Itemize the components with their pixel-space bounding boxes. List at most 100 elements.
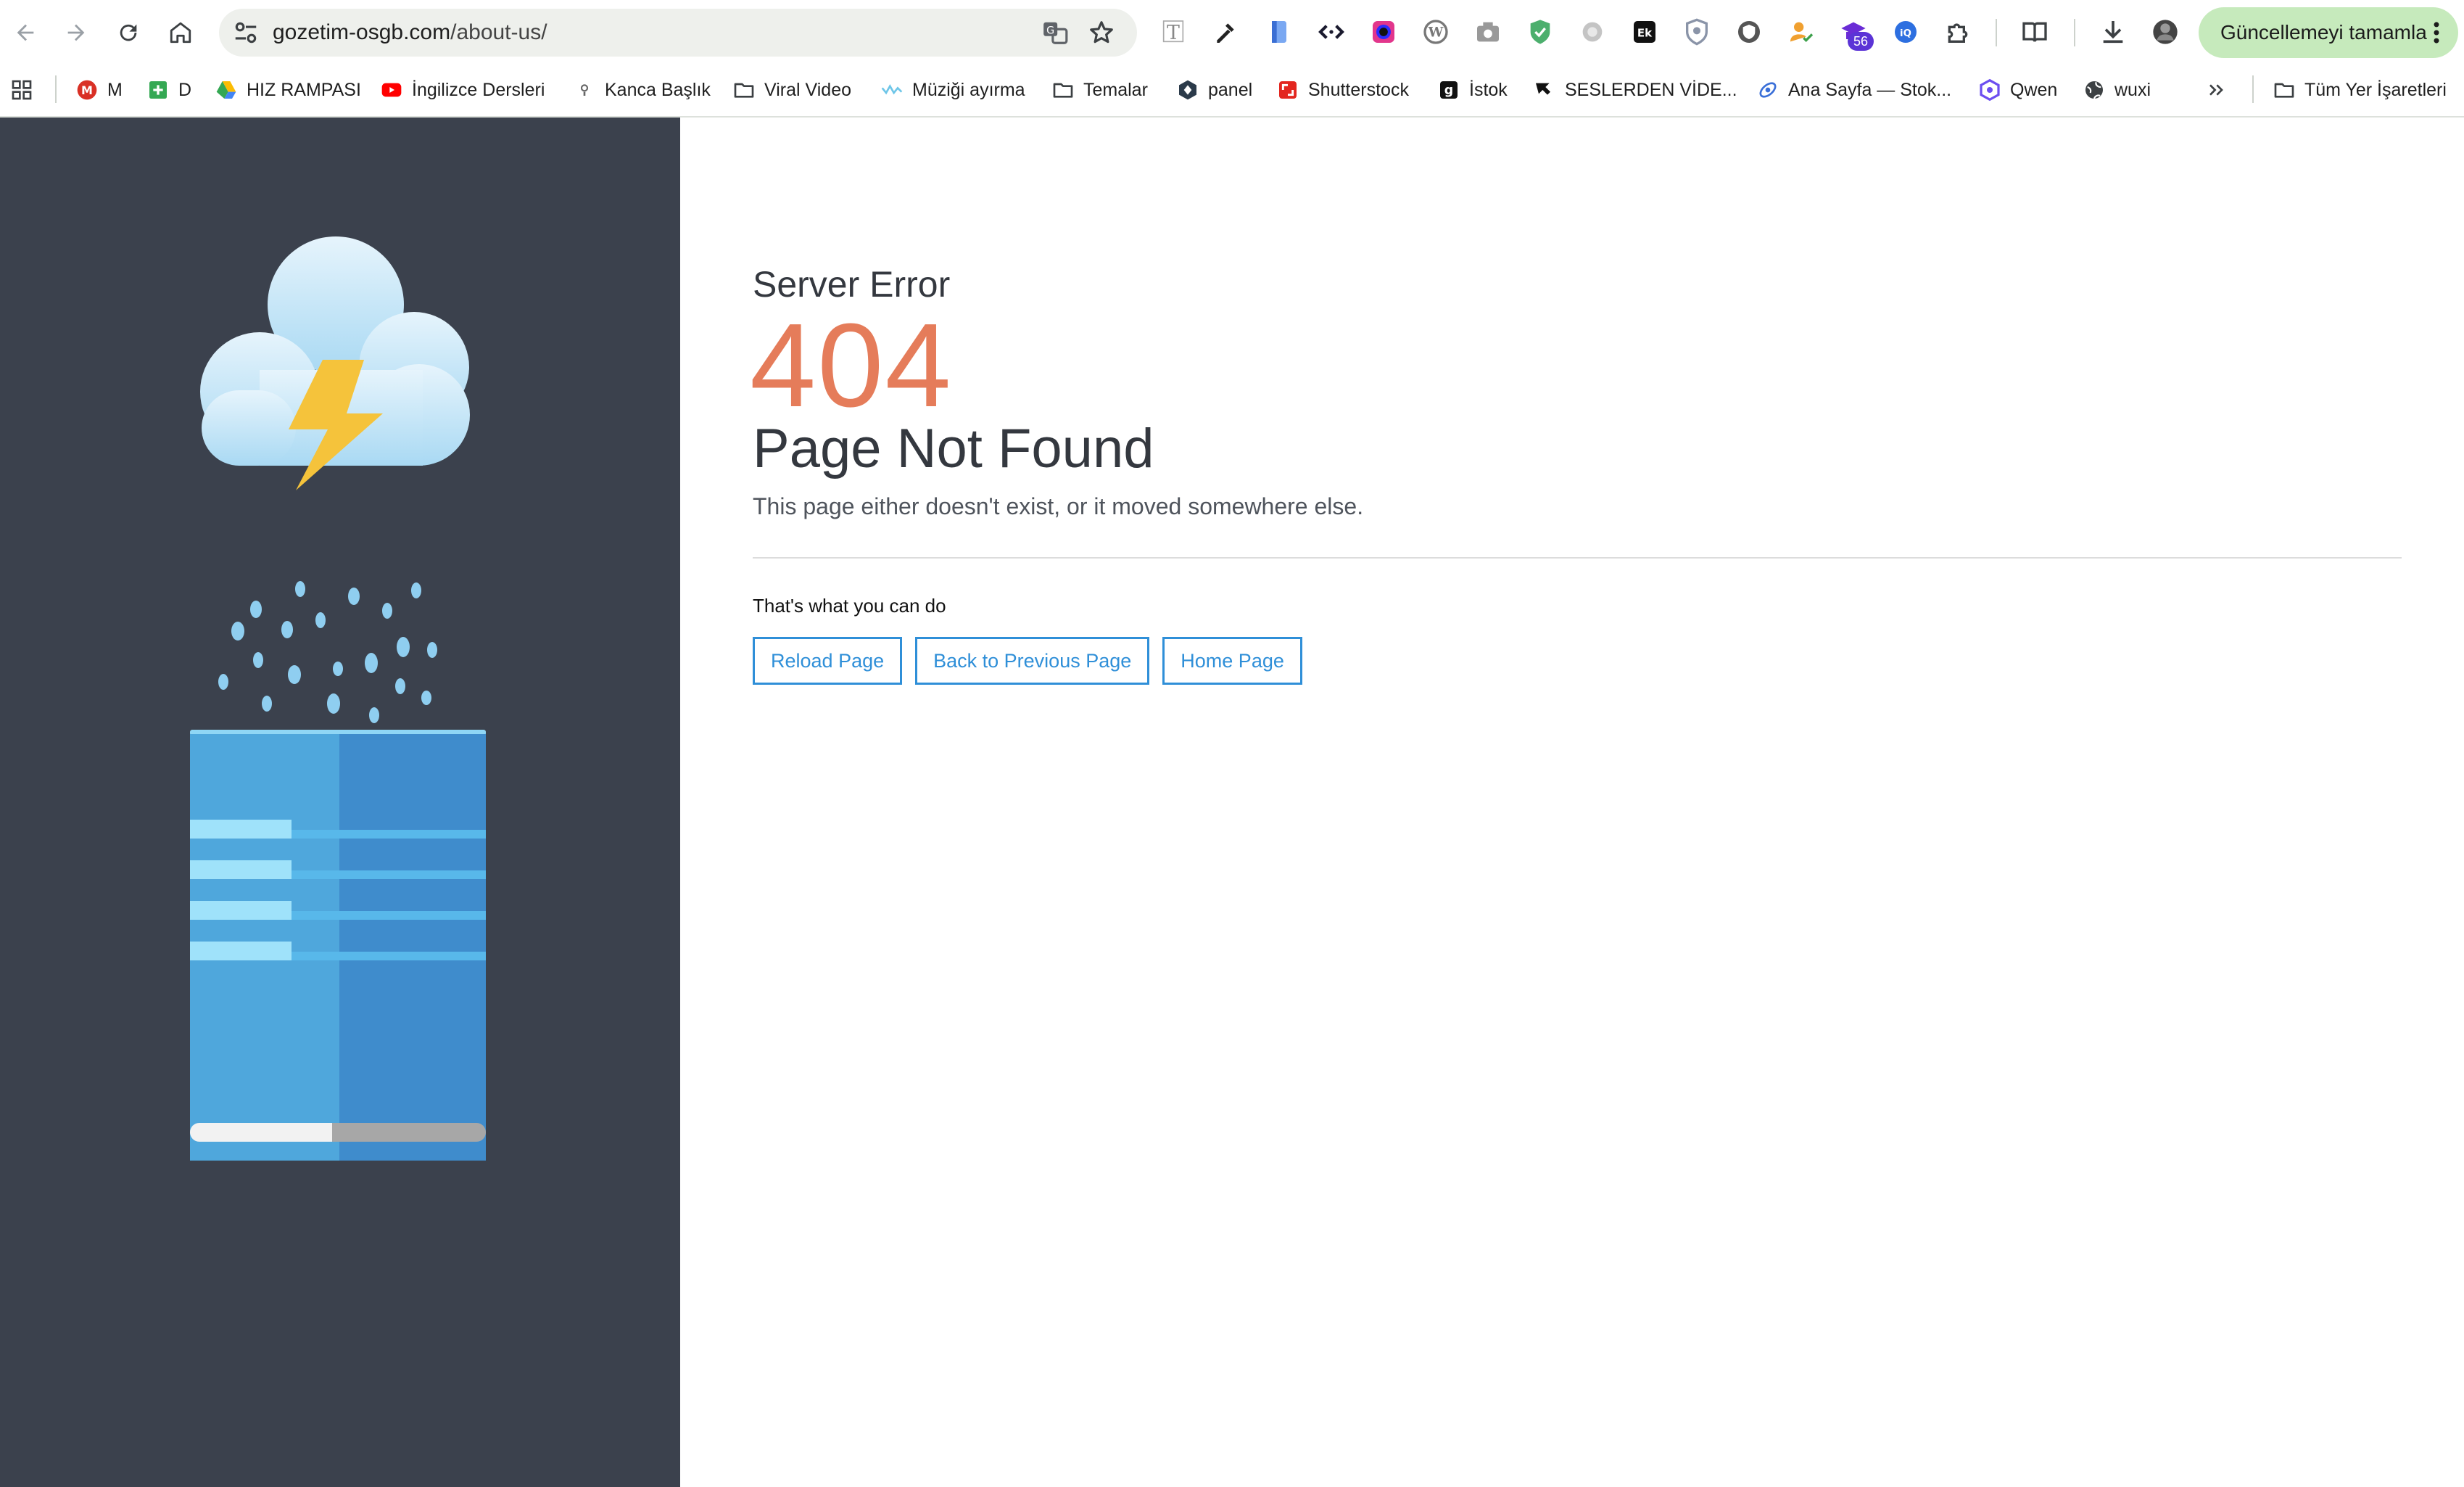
apps-grid-button[interactable]	[10, 74, 33, 106]
profile-avatar-icon[interactable]	[2151, 17, 2180, 46]
istock-icon: g	[1440, 81, 1458, 99]
svg-text:g: g	[1444, 83, 1453, 98]
security-extension-icon[interactable]	[1682, 17, 1711, 46]
bookmark-item[interactable]: Müziği ayırma	[880, 74, 1025, 106]
bulb-icon	[580, 84, 589, 96]
panel-icon	[1179, 80, 1196, 100]
code-extension-icon[interactable]	[1317, 17, 1346, 46]
reload-button[interactable]	[112, 16, 145, 49]
clipboard-extension-icon[interactable]	[1265, 17, 1294, 46]
svg-text:M: M	[81, 83, 93, 97]
kebab-menu-icon[interactable]	[2429, 19, 2444, 46]
shutterstock-icon	[1279, 81, 1297, 99]
back-to-previous-page-button[interactable]: Back to Previous Page	[915, 637, 1150, 685]
reading-list-icon[interactable]	[2020, 17, 2049, 46]
home-page-button[interactable]: Home Page	[1162, 637, 1302, 685]
translate-icon[interactable]: G	[1041, 19, 1069, 46]
gmail-icon: M	[77, 80, 97, 100]
bookmark-item[interactable]: D	[146, 74, 191, 106]
bookmark-item[interactable]: panel	[1176, 74, 1252, 106]
bookmark-item[interactable]: g İstok	[1437, 74, 1508, 106]
bookmark-item[interactable]: Qwen	[1978, 74, 2057, 106]
reload-page-button[interactable]: Reload Page	[753, 637, 903, 685]
page-title: Page Not Found	[753, 418, 1154, 479]
server-base-stand	[190, 1123, 486, 1142]
bookmark-label: panel	[1208, 80, 1253, 100]
bookmark-item[interactable]: Viral Video	[732, 74, 851, 106]
bookmark-item[interactable]: Temalar	[1051, 74, 1148, 106]
error-description: This page either doesn't exist, or it mo…	[753, 493, 1364, 519]
svg-text:W: W	[1428, 25, 1444, 41]
raindrops	[218, 581, 437, 723]
browser-toolbar: gozetim-osgb.com/about-us/ G T W Ek 56 i…	[0, 0, 2464, 65]
bookmark-label: Müziği ayırma	[912, 80, 1025, 100]
youtube-icon	[381, 83, 402, 97]
bookmark-label: SESLERDEN VİDE...	[1565, 80, 1737, 100]
forward-arrow-icon	[67, 24, 85, 41]
address-bar[interactable]: gozetim-osgb.com/about-us/ G	[219, 9, 1137, 57]
toolbar-separator	[2074, 19, 2075, 46]
home-button[interactable]	[164, 16, 197, 49]
back-arrow-button[interactable]	[9, 16, 42, 49]
eyedropper-extension-icon[interactable]	[1211, 17, 1240, 46]
illustration-panel	[0, 118, 680, 1487]
bookmark-label: Ana Sayfa — Stok...	[1788, 80, 1952, 100]
svg-text:iQ: iQ	[1900, 28, 1911, 39]
error-code: 404	[750, 299, 953, 432]
chevron-double-right-icon	[2209, 84, 2223, 96]
update-button-label: Güncellemeyi tamamla	[2220, 21, 2427, 44]
bookmark-item[interactable]: Kanca Başlık	[573, 74, 711, 106]
user-check-extension-icon[interactable]	[1787, 17, 1816, 46]
forward-arrow-button[interactable]	[59, 16, 93, 49]
shield-extension-icon[interactable]	[1526, 17, 1555, 46]
update-button[interactable]: Güncellemeyi tamamla	[2199, 7, 2458, 58]
bookmark-label: wuxi	[2114, 80, 2151, 100]
video-icon	[1536, 83, 1550, 95]
bookmark-star-icon[interactable]	[1088, 19, 1115, 46]
chat-extension-icon[interactable]	[1578, 17, 1607, 46]
color-extension-icon[interactable]	[1369, 17, 1398, 46]
toolbar-separator	[1996, 19, 1997, 46]
svg-text:G: G	[1046, 25, 1054, 37]
all-bookmarks-label: Tüm Yer İşaretleri	[2304, 80, 2447, 100]
divider	[753, 557, 2402, 559]
bookmark-item[interactable]: SESLERDEN VİDE...	[1533, 74, 1737, 106]
url-path: /about-us/	[450, 20, 547, 44]
bookmark-item[interactable]: Ana Sayfa — Stok...	[1756, 74, 1951, 106]
all-bookmarks-item[interactable]: Tüm Yer İşaretleri	[2273, 74, 2447, 106]
bookmark-item[interactable]: İngilizce Dersleri	[380, 74, 545, 106]
wordpress-extension-icon[interactable]: W	[1421, 17, 1450, 46]
bookmark-item[interactable]: M M	[75, 74, 123, 106]
action-buttons: Reload Page Back to Previous Page Home P…	[753, 637, 1302, 685]
extension-badge: 56	[1848, 32, 1874, 51]
download-icon[interactable]	[2099, 17, 2128, 46]
home-icon	[170, 22, 191, 44]
eksi-extension-icon[interactable]: Ek	[1630, 17, 1659, 46]
bookmark-label: D	[178, 80, 192, 100]
iq-extension-icon[interactable]: iQ	[1891, 17, 1920, 46]
url-text: gozetim-osgb.com/about-us/	[273, 19, 547, 46]
bookmark-item[interactable]: Shutterstock	[1276, 74, 1409, 106]
folder-icon	[734, 83, 754, 98]
svg-text:Ek: Ek	[1637, 27, 1653, 40]
qwen-icon	[1980, 78, 2000, 102]
bookmarks-bar: M M D HIZ RAMPASI İngilizce Dersleri Kan…	[0, 65, 2464, 118]
bookmark-label: Qwen	[2010, 80, 2058, 100]
camera-extension-icon[interactable]	[1473, 17, 1502, 46]
bookmarks-separator	[55, 75, 57, 103]
privacy-extension-icon[interactable]	[1735, 17, 1764, 46]
puzzle-extensions-icon[interactable]	[1943, 17, 1972, 46]
bookmark-item[interactable]: HIZ RAMPASI	[215, 74, 361, 106]
error-content: Server Error 404 Page Not Found This pag…	[680, 118, 2464, 1487]
bookmark-item[interactable]: wuxi	[2083, 74, 2151, 106]
bookmark-label: HIZ RAMPASI	[247, 80, 361, 100]
reload-icon	[120, 24, 137, 41]
sheets-icon	[149, 81, 167, 99]
typography-extension-icon[interactable]: T	[1159, 17, 1188, 46]
bookmark-label: Kanca Başlık	[605, 80, 711, 100]
more-bookmarks-button[interactable]	[2204, 74, 2228, 106]
server-tower-icon	[190, 730, 486, 1161]
bookmark-label: Viral Video	[764, 80, 851, 100]
drive-icon	[216, 81, 236, 99]
site-settings-icon[interactable]	[232, 19, 260, 46]
